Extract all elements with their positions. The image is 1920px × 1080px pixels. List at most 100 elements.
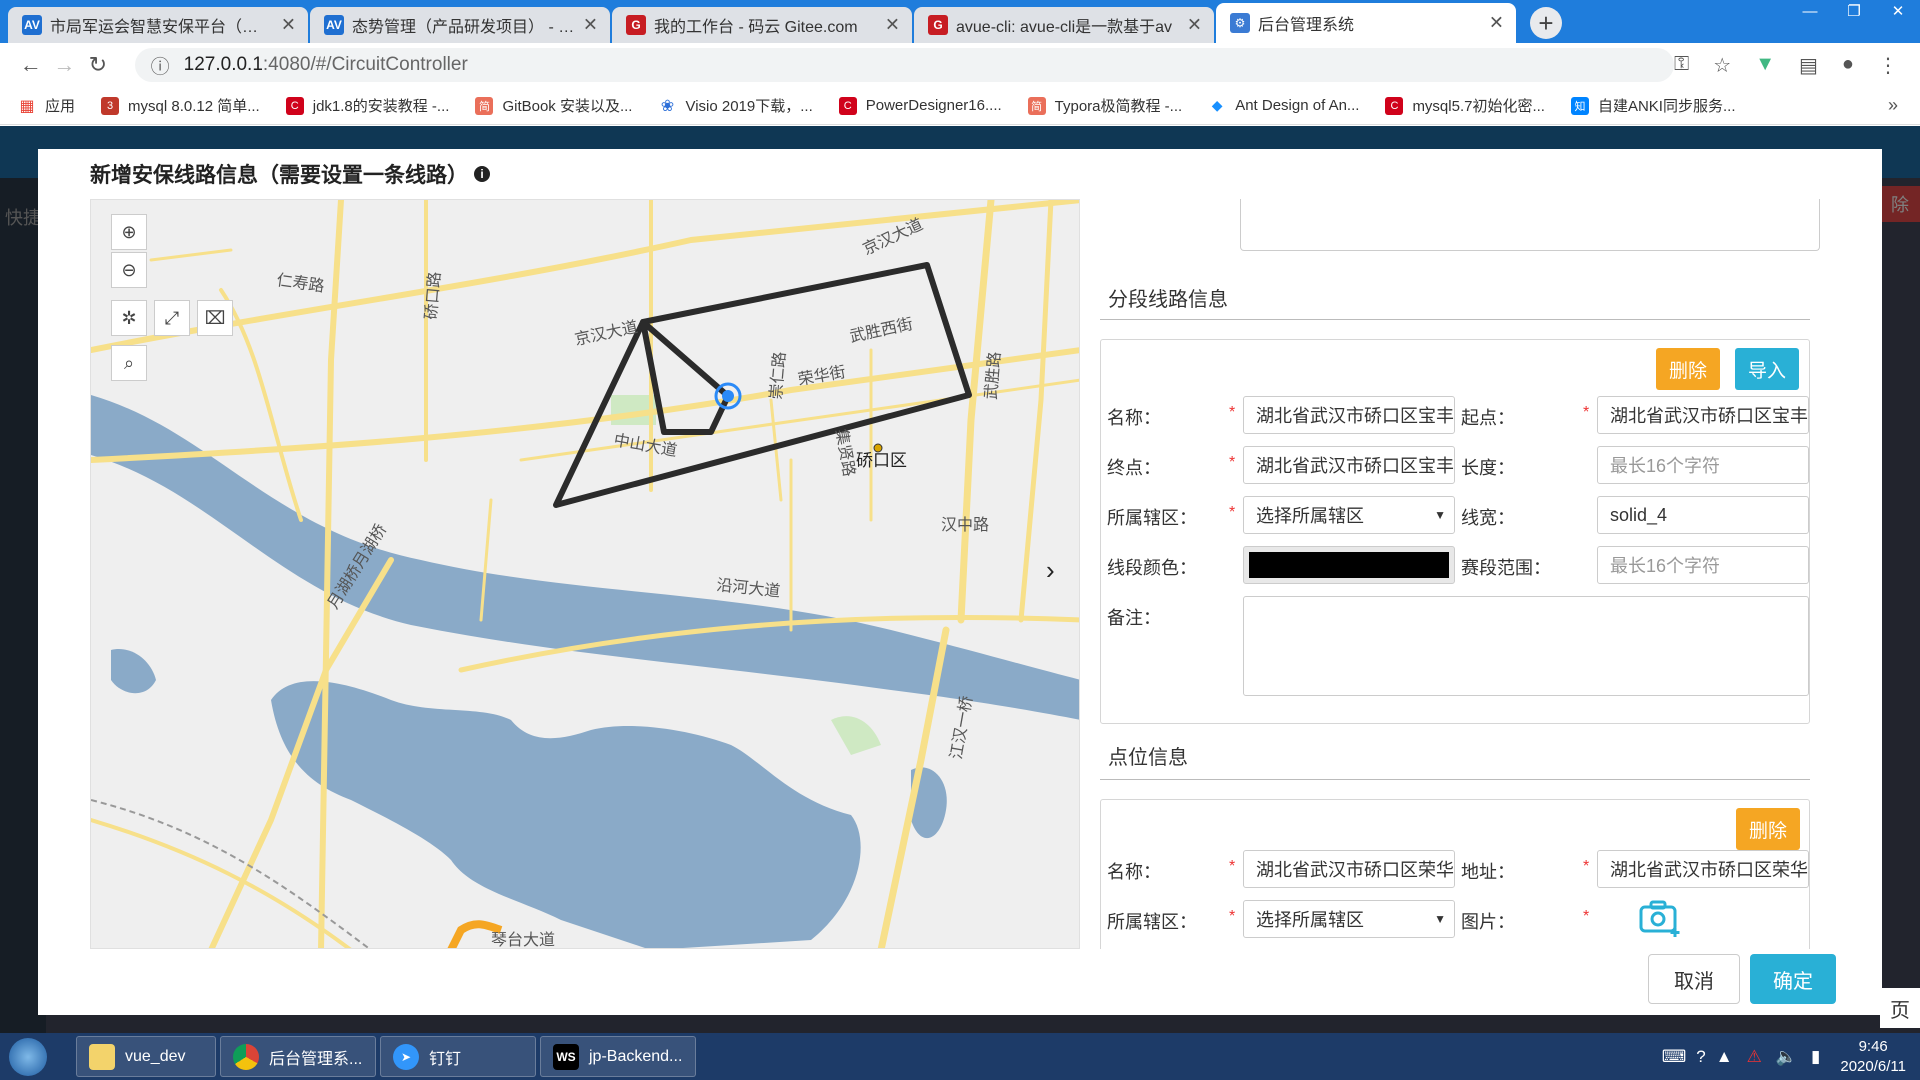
site-info-icon[interactable]: ⓘ	[151, 52, 170, 79]
camera-upload-icon[interactable]	[1639, 898, 1683, 938]
point-name-input[interactable]: 湖北省武汉市硚口区荣华街	[1243, 850, 1455, 888]
segment-delete-button[interactable]: 删除	[1656, 348, 1720, 390]
new-tab-button[interactable]: +	[1530, 7, 1562, 39]
signal-icon[interactable]: ▮	[1811, 1047, 1820, 1067]
map-collapse-arrow-icon[interactable]: ›	[1046, 555, 1055, 586]
tab-close-icon[interactable]: ✕	[281, 15, 296, 36]
tray-clock[interactable]: 9:46 2020/6/11	[1840, 1037, 1906, 1077]
district-label: 硚口区	[856, 451, 907, 471]
tab-title: 态势管理（产品研发项目） - Act	[352, 19, 576, 36]
pager-label: 页	[1880, 988, 1920, 1028]
gitee-favicon-icon: G	[626, 15, 646, 35]
browser-tab-active[interactable]: ⚙ 后台管理系统 ✕	[1216, 3, 1516, 43]
bookmark-star-icon[interactable]: ☆	[1713, 53, 1731, 78]
taskbar-item[interactable]: vue_dev	[76, 1036, 216, 1077]
back-icon[interactable]: ←	[14, 52, 48, 78]
reload-icon[interactable]: ↻	[81, 52, 115, 78]
url-path: :4080/#/CircuitController	[262, 54, 468, 75]
segment-range-input[interactable]: 最长16个字符	[1597, 546, 1809, 584]
segment-width-input[interactable]: solid_4	[1597, 496, 1809, 534]
url-host: 127.0.0.1	[183, 54, 263, 75]
point-delete-button[interactable]: 删除	[1736, 808, 1800, 850]
close-window-icon[interactable]: ✕	[1876, 0, 1920, 22]
browser-tab[interactable]: AV 市局军运会智慧安保平台（重点巨 ✕	[8, 7, 308, 43]
description-textarea[interactable]	[1240, 199, 1820, 251]
bookmark-item[interactable]: C PowerDesigner16....	[838, 96, 1002, 115]
segment-import-button[interactable]: 导入	[1735, 348, 1799, 390]
bookmark-item[interactable]: Cmysql5.7初始化密...	[1385, 95, 1545, 116]
menu-icon[interactable]: ⋮	[1878, 53, 1898, 78]
required-mark: *	[1583, 858, 1590, 875]
zoom-out-icon[interactable]: ⊖	[111, 252, 147, 288]
required-mark: *	[1229, 908, 1236, 925]
bookmark-item[interactable]: ❀ Visio 2019下载，...	[658, 95, 813, 116]
vue-devtools-icon[interactable]: ▼	[1755, 53, 1775, 78]
cancel-button[interactable]: 取消	[1648, 954, 1740, 1004]
modal-title-text: 新增安保线路信息（需要设置一条线路）	[90, 164, 468, 187]
bookmarks-more-icon[interactable]: »	[1888, 95, 1898, 116]
form-panel: 分段线路信息 删除 导入 名称： * 湖北省武汉市硚口区宝丰街 起点： * 湖北…	[1100, 199, 1860, 949]
tray-expand-icon[interactable]: ▲	[1716, 1047, 1733, 1067]
draw-point-icon[interactable]: ✲	[111, 300, 147, 336]
segment-name-input[interactable]: 湖北省武汉市硚口区宝丰街	[1243, 396, 1455, 434]
forward-icon[interactable]: →	[48, 52, 82, 78]
start-button[interactable]	[0, 1033, 56, 1080]
system-tray: ⌨ ? ▲ ⚠ 🔈 ▮ 9:46 2020/6/11	[1662, 1033, 1906, 1080]
segment-length-input[interactable]: 最长16个字符	[1597, 446, 1809, 484]
taskbar-item[interactable]: 后台管理系...	[220, 1036, 376, 1077]
point-section-divider	[1100, 779, 1810, 780]
segment-start-input[interactable]: 湖北省武汉市硚口区宝丰街	[1597, 396, 1809, 434]
tab-title: 后台管理系统	[1258, 17, 1355, 34]
bookmark-favicon-icon: 简	[475, 96, 494, 115]
network-indicator-icon[interactable]: ⚠	[1747, 1047, 1762, 1067]
point-district-label: 所属辖区：	[1107, 912, 1197, 932]
bookmark-item[interactable]: Cjdk1.8的安装教程 -...	[285, 95, 450, 116]
taskbar-item[interactable]: WS jp-Backend...	[540, 1036, 696, 1077]
segment-color-picker[interactable]	[1243, 546, 1455, 584]
bookmark-item[interactable]: 3 mysql 8.0.12 简单...	[101, 95, 260, 116]
modal-title: 新增安保线路信息（需要设置一条线路） i	[90, 159, 490, 189]
browser-tab[interactable]: G 我的工作台 - 码云 Gitee.com ✕	[612, 7, 912, 43]
point-address-input[interactable]: 湖北省武汉市硚口区荣华街	[1597, 850, 1809, 888]
tab-close-icon[interactable]: ✕	[885, 15, 900, 36]
taskbar-item[interactable]: ➤ 钉钉	[380, 1036, 536, 1077]
bookmark-favicon-icon: ❀	[660, 97, 675, 115]
bookmark-item[interactable]: 简 GitBook 安装以及...	[475, 95, 632, 116]
confirm-button[interactable]: 确定	[1750, 954, 1836, 1004]
bookmark-item[interactable]: 简 Typora极简教程 -...	[1027, 95, 1182, 116]
tab-close-icon[interactable]: ✕	[583, 15, 598, 36]
map-view[interactable]: 京汉大道 仁寿路 京汉大道 武胜西街 荣华街 中山大道 汉中路 沿河大道 月湖桥…	[90, 199, 1080, 949]
bookmark-label: jdk1.8的安装教程 -...	[312, 98, 450, 115]
map-search-icon[interactable]: ⌕	[111, 345, 147, 381]
help-icon[interactable]: ?	[1696, 1047, 1705, 1067]
profile-avatar[interactable]: ●	[1842, 53, 1854, 78]
segment-length-label: 长度：	[1461, 458, 1515, 478]
info-icon[interactable]: i	[474, 166, 490, 182]
segment-district-select[interactable]: 选择所属辖区 ▼	[1243, 496, 1455, 534]
maximize-icon[interactable]: ❐	[1832, 0, 1876, 22]
bookmarks-bar: ▦ 应用 3 mysql 8.0.12 简单... Cjdk1.8的安装教程 -..…	[0, 87, 1920, 125]
bookmark-item[interactable]: 知自建ANKI同步服务...	[1570, 95, 1735, 116]
draw-line-icon[interactable]: ⤢	[154, 300, 190, 336]
zoom-in-icon[interactable]: ⊕	[111, 214, 147, 250]
tab-close-icon[interactable]: ✕	[1187, 15, 1202, 36]
segment-remark-textarea[interactable]	[1243, 596, 1809, 696]
segment-width-label: 线宽：	[1461, 508, 1515, 528]
minimize-icon[interactable]: —	[1788, 0, 1832, 22]
segment-end-input[interactable]: 湖北省武汉市硚口区宝丰街	[1243, 446, 1455, 484]
extension-icon[interactable]: ▤	[1799, 53, 1818, 78]
key-icon[interactable]: ⚿	[1674, 53, 1689, 78]
bookmark-apps[interactable]: ▦ 应用	[18, 95, 75, 116]
bookmark-favicon-icon: ◆	[1211, 97, 1223, 113]
bookmark-item[interactable]: ◆ Ant Design of An...	[1208, 97, 1360, 115]
browser-tab[interactable]: AV 态势管理（产品研发项目） - Act ✕	[310, 7, 610, 43]
clear-drawing-icon[interactable]: ⌧	[197, 300, 233, 336]
point-district-select[interactable]: 选择所属辖区 ▼	[1243, 900, 1455, 938]
browser-tab[interactable]: G avue-cli: avue-cli是一款基于av ✕	[914, 7, 1214, 43]
volume-icon[interactable]: 🔈	[1776, 1047, 1797, 1067]
url-input[interactable]: ⓘ 127.0.0.1:4080/#/CircuitController	[134, 48, 1675, 82]
keyboard-icon[interactable]: ⌨	[1662, 1047, 1687, 1067]
map-canvas[interactable]: 京汉大道 仁寿路 京汉大道 武胜西街 荣华街 中山大道 汉中路 沿河大道 月湖桥…	[91, 200, 1080, 949]
tab-close-icon[interactable]: ✕	[1489, 13, 1504, 34]
bookmark-label: Visio 2019下载，...	[685, 98, 813, 115]
